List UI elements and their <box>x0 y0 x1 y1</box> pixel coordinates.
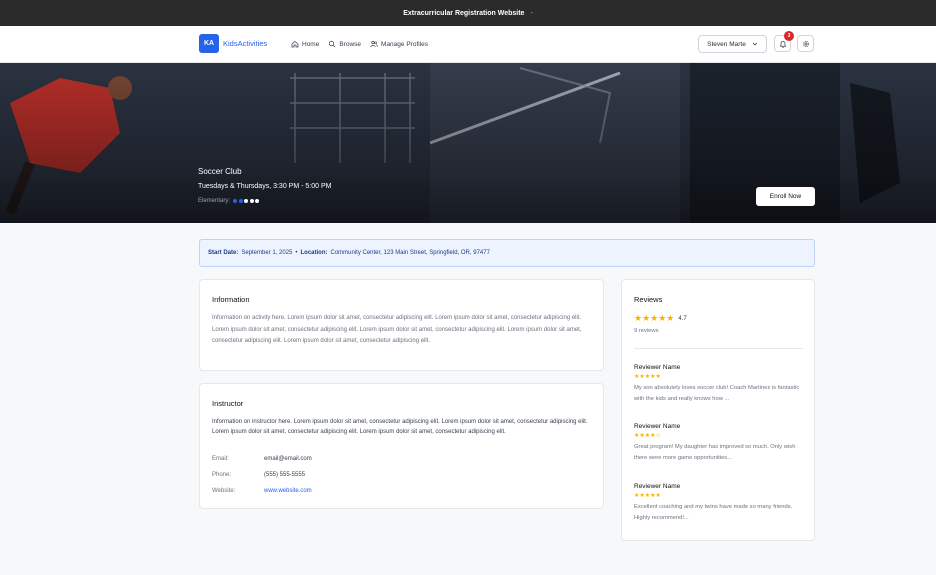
level-dot <box>238 199 243 203</box>
instructor-phone-row: Phone: (555) 555-5555 <box>212 472 305 478</box>
review-text: Excellent coaching and my twins have mad… <box>634 504 793 521</box>
information-card: Information Information on activity here… <box>199 279 604 371</box>
users-icon <box>370 40 378 48</box>
review-text: Great program! My daughter has improved … <box>634 444 796 461</box>
location-value: Community Center, 123 Main Street, Sprin… <box>330 250 490 256</box>
logo-mark: KA <box>199 34 219 53</box>
nav-home-label: Home <box>302 40 320 48</box>
reviewer-name: Reviewer Name <box>634 483 681 490</box>
website-label: Website: <box>212 488 236 494</box>
logo[interactable]: KA KidsActivities <box>199 34 267 53</box>
level-dot <box>255 199 260 203</box>
chevron-down-icon <box>752 42 757 46</box>
information-title: Information <box>212 295 250 304</box>
title-suffix: - <box>530 9 533 17</box>
hero-banner: Soccer Club Tuesdays & Thursdays, 3:30 P… <box>0 63 936 223</box>
rating-summary: ★★★★★ 4.7 <box>634 313 687 324</box>
nav-browse[interactable]: Browse <box>328 40 361 48</box>
notifications-button[interactable]: 3 <box>774 31 794 52</box>
review-count: 9 reviews <box>634 328 659 334</box>
bell-icon <box>779 40 786 48</box>
review-stars: ★★★★★ <box>634 374 661 380</box>
nav-manage-profiles[interactable]: Manage Profiles <box>370 40 428 48</box>
nav-manage-profiles-label: Manage Profiles <box>381 40 429 48</box>
nav-home[interactable]: Home <box>291 40 319 48</box>
website-link[interactable]: www.website.com <box>264 488 312 494</box>
settings-button[interactable] <box>797 35 814 52</box>
banner-separator: • <box>295 250 298 256</box>
reviews-divider <box>634 348 803 349</box>
rating-value: 4.7 <box>678 315 687 322</box>
reviews-card: Reviews ★★★★★ 4.7 9 reviews Reviewer Nam… <box>621 279 815 541</box>
nav-browse-label: Browse <box>339 40 362 48</box>
search-icon <box>329 40 336 48</box>
phone-label: Phone: <box>212 472 232 478</box>
email-label: Email: <box>212 456 229 462</box>
review-item: Reviewer Name ★★★★★ My son absolutely lo… <box>634 364 809 404</box>
start-location-banner: Start Date: September 1, 2025 • Location… <box>199 239 815 267</box>
instructor-text: Information on instructor here. Lorem ip… <box>212 419 588 435</box>
browser-title-bar: Extracurricular Registration Website - <box>0 0 936 26</box>
level-dot <box>244 199 249 203</box>
reviewer-name: Reviewer Name <box>634 364 681 371</box>
phone-value: (555) 555-5555 <box>264 472 306 478</box>
level-dot <box>249 199 254 203</box>
level-dot <box>233 199 238 203</box>
review-stars: ★★★★☆ <box>634 433 661 439</box>
start-date-value: September 1, 2025 <box>241 250 293 256</box>
review-item: Reviewer Name ★★★★★ Excellent coaching a… <box>634 483 809 523</box>
notification-badge: 3 <box>784 31 794 41</box>
navbar: KA KidsActivities Home Browse Manage Pro… <box>0 26 936 63</box>
level-indicator: Elementary: <box>198 198 260 204</box>
email-value[interactable]: email@email.com <box>264 456 312 462</box>
gear-icon <box>802 40 809 47</box>
reviewer-name: Reviewer Name <box>634 423 681 430</box>
logo-text: KidsActivities <box>223 39 268 48</box>
instructor-email-row: Email: email@email.com <box>212 456 312 462</box>
home-icon <box>291 41 299 48</box>
review-text: My son absolutely loves soccer club! Coa… <box>634 385 800 402</box>
instructor-card: Instructor Information on instructor her… <box>199 383 604 509</box>
start-date-label: Start Date: <box>208 250 239 256</box>
level-dots <box>233 199 260 203</box>
review-item: Reviewer Name ★★★★☆ Great program! My da… <box>634 423 809 463</box>
user-name: Steven Marte <box>707 40 746 48</box>
activity-schedule: Tuesdays & Thursdays, 3:30 PM - 5:00 PM <box>198 183 332 190</box>
location-label: Location: <box>300 250 328 256</box>
enroll-button[interactable]: Enroll Now <box>756 187 815 206</box>
instructor-title: Instructor <box>212 399 244 408</box>
user-menu-button[interactable]: Steven Marte <box>698 35 767 53</box>
rating-stars: ★★★★★ <box>634 313 675 323</box>
review-stars: ★★★★★ <box>634 493 661 499</box>
level-label: Elementary: <box>198 198 231 204</box>
instructor-website-row: Website: www.website.com <box>212 488 312 494</box>
reviews-title: Reviews <box>634 295 663 304</box>
nav-links: Home Browse Manage Profiles <box>291 40 428 48</box>
information-text: Information on activity here. Lorem ipsu… <box>212 315 582 344</box>
site-title: Extracurricular Registration Website <box>403 9 525 17</box>
activity-title: Soccer Club <box>198 167 242 176</box>
